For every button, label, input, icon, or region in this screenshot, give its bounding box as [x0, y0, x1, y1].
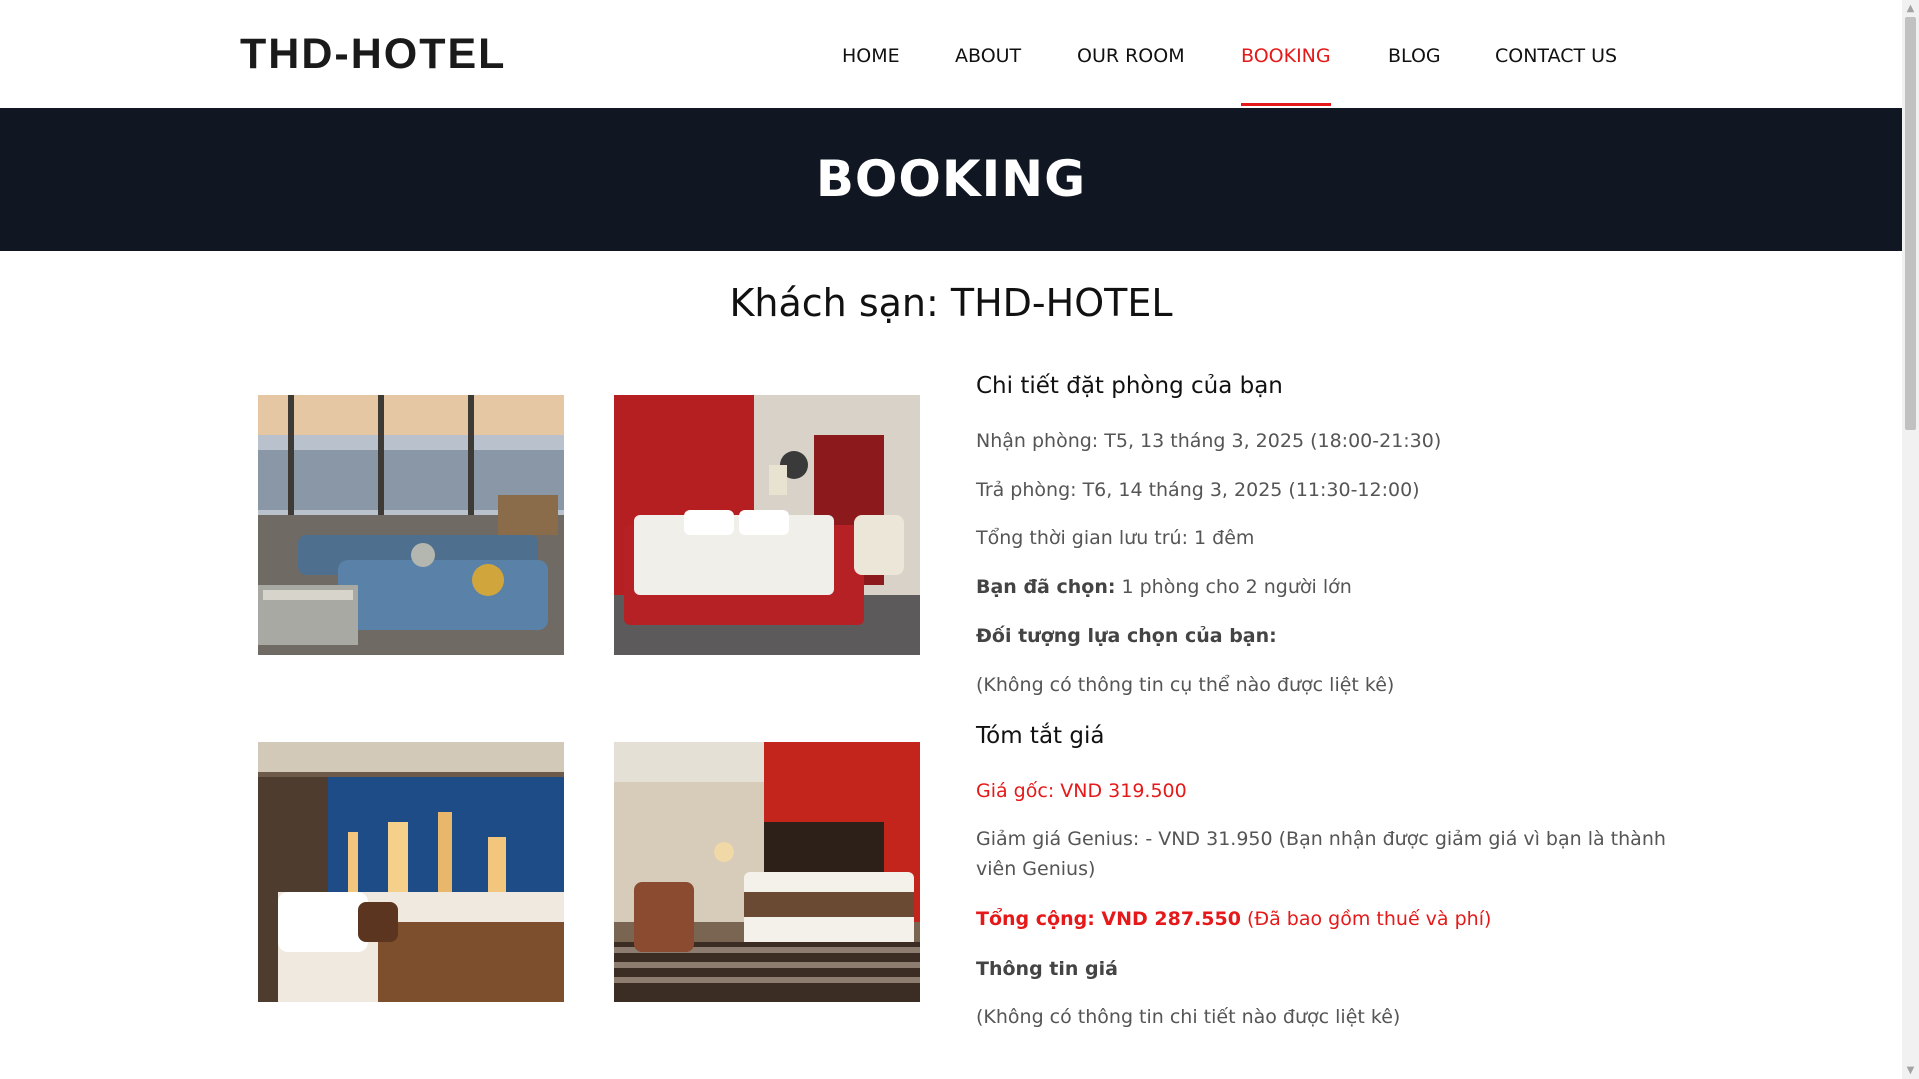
- site-logo[interactable]: THD-HOTEL: [240, 30, 506, 79]
- nav-item-booking[interactable]: BOOKING: [1241, 45, 1331, 106]
- city-view-bedroom-photo: [258, 742, 564, 1002]
- nav-item-about[interactable]: ABOUT: [955, 45, 1021, 67]
- scroll-down-icon[interactable]: ▼: [1902, 1062, 1919, 1079]
- selected-rooms: Bạn đã chọn: 1 phòng cho 2 người lớn: [976, 576, 1352, 598]
- scroll-thumb[interactable]: [1905, 17, 1916, 430]
- banner-title: BOOKING: [815, 150, 1087, 208]
- living-room-photo: [258, 395, 564, 655]
- price-info-label-text: Thông tin giá: [976, 958, 1118, 980]
- details-title: Chi tiết đặt phòng của bạn: [976, 373, 1283, 399]
- nav-item-contact-us[interactable]: CONTACT US: [1495, 45, 1617, 67]
- genius-discount: Giảm giá Genius: - VND 31.950 (Bạn nhận …: [976, 828, 1666, 880]
- nav-item-our-room[interactable]: OUR ROOM: [1077, 45, 1185, 67]
- checkin-text: Nhận phòng: T5, 13 tháng 3, 2025 (18:00-…: [976, 430, 1442, 452]
- page-scrollbar[interactable]: ▲ ▼: [1902, 0, 1919, 1079]
- scroll-up-icon[interactable]: ▲: [1902, 0, 1919, 17]
- nav-item-blog[interactable]: BLOG: [1388, 45, 1441, 67]
- selected-value: 1 phòng cho 2 người lớn: [1115, 576, 1352, 598]
- original-price: Giá gốc: VND 319.500: [976, 780, 1187, 802]
- target-value: (Không có thông tin cụ thể nào được liệt…: [976, 674, 1395, 696]
- target-label-text: Đối tượng lựa chọn của bạn:: [976, 625, 1277, 647]
- hotel-title: Khách sạn: THD-HOTEL: [729, 281, 1173, 325]
- nav-item-home[interactable]: HOME: [842, 45, 900, 67]
- price-info-value: (Không có thông tin chi tiết nào được li…: [976, 1006, 1401, 1028]
- red-bedroom-photo: [614, 395, 920, 655]
- price-info-label: Thông tin giá: [976, 958, 1118, 980]
- total-note: (Đã bao gồm thuế và phí): [1240, 908, 1492, 930]
- red-wall-bedroom-photo: [614, 742, 920, 1002]
- duration-text: Tổng thời gian lưu trú: 1 đêm: [976, 527, 1255, 549]
- target-label: Đối tượng lựa chọn của bạn:: [976, 625, 1277, 647]
- selected-label: Bạn đã chọn:: [976, 576, 1116, 598]
- site-header: THD-HOTEL HOME ABOUT OUR ROOM BOOKING BL…: [0, 0, 1902, 108]
- checkout-text: Trả phòng: T6, 14 tháng 3, 2025 (11:30-1…: [976, 479, 1420, 501]
- total-price: Tổng cộng: VND 287.550 (Đã bao gồm thuế …: [976, 908, 1491, 930]
- total-label: Tổng cộng: VND 287.550: [976, 908, 1241, 930]
- page-banner: BOOKING: [0, 108, 1902, 251]
- price-summary-title: Tóm tắt giá: [976, 723, 1105, 749]
